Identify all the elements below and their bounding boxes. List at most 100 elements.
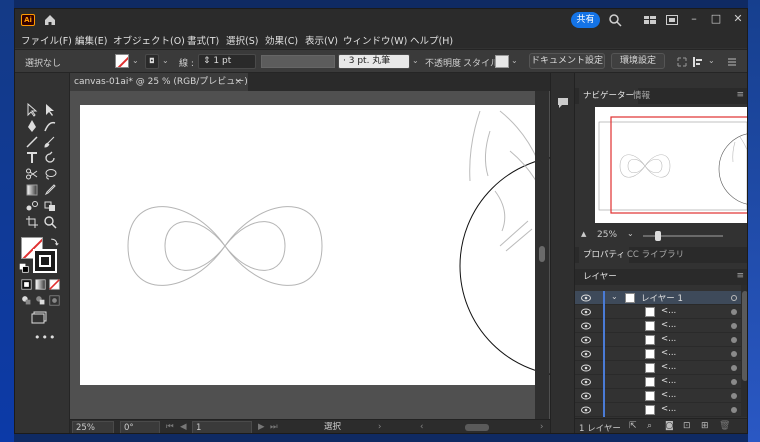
sublayer-row[interactable]: <...	[575, 403, 741, 417]
infinity-inner-path[interactable]	[164, 221, 286, 271]
visibility-eye-icon[interactable]	[581, 406, 591, 414]
locate-object-icon[interactable]: ⌕	[647, 421, 652, 431]
visibility-eye-icon[interactable]	[581, 392, 591, 400]
menu-type[interactable]: 書式(T)	[187, 33, 219, 47]
tab-properties[interactable]: プロパティ	[579, 247, 629, 263]
stroke-swatch[interactable]: ◘	[145, 54, 159, 69]
clipping-mask-icon[interactable]: ◙	[665, 421, 674, 431]
swirl-path-5[interactable]	[494, 190, 506, 232]
visibility-eye-icon[interactable]	[581, 378, 591, 386]
transform-icon[interactable]	[675, 55, 689, 69]
sublayer-target-icon[interactable]	[731, 309, 737, 315]
menu-effect[interactable]: 効果(C)	[265, 33, 298, 47]
swap-colors-icon[interactable]	[49, 237, 59, 247]
visibility-eye-icon[interactable]	[581, 322, 591, 330]
canvas-area[interactable]	[70, 91, 550, 419]
swirl-path-2[interactable]	[484, 130, 491, 177]
layer-row-1[interactable]: ⌄ レイヤー 1	[575, 291, 741, 305]
preferences-button[interactable]: 環境設定	[611, 53, 665, 69]
vertical-scroll-thumb[interactable]	[539, 246, 545, 262]
lasso-tool-icon[interactable]	[43, 167, 57, 181]
visibility-eye-icon[interactable]	[581, 364, 591, 372]
minimize-button[interactable]: –	[683, 9, 705, 31]
navigator-view-box[interactable]	[610, 116, 747, 214]
sublayer-row[interactable]: <...	[575, 319, 741, 333]
sublayer-name[interactable]: <...	[661, 348, 676, 358]
share-button[interactable]: 共有	[571, 12, 600, 28]
default-colors-icon[interactable]	[19, 263, 29, 273]
sublayer-target-icon[interactable]	[731, 351, 737, 357]
sublayer-target-icon[interactable]	[731, 337, 737, 343]
sublayer-name[interactable]: <...	[661, 362, 676, 372]
menu-object[interactable]: オブジェクト(O)	[113, 33, 185, 47]
visibility-eye-icon[interactable]	[581, 350, 591, 358]
artboard-number-field[interactable]: 1	[192, 421, 252, 433]
swirl-path-3[interactable]	[499, 110, 539, 162]
visibility-eye-icon[interactable]	[581, 294, 591, 302]
sublayer-name[interactable]: <...	[661, 334, 676, 344]
sublayer-row[interactable]: <...	[575, 389, 741, 403]
graphic-style-swatch[interactable]	[495, 55, 509, 68]
first-artboard-icon[interactable]: ⏮	[166, 421, 174, 433]
sublayer-target-icon[interactable]	[731, 393, 737, 399]
sublayer-name[interactable]: <...	[661, 306, 676, 316]
sublayer-name[interactable]: <...	[661, 376, 676, 386]
maximize-button[interactable]: □	[705, 9, 727, 31]
sublayer-target-icon[interactable]	[731, 379, 737, 385]
align-dropdown[interactable]: ⌄	[708, 55, 718, 67]
panel-menu-icon[interactable]	[725, 55, 739, 69]
direct-selection-tool-icon[interactable]	[43, 103, 57, 117]
document-tab[interactable]: canvas-01ai* @ 25 % (RGB/プレビュー) ×	[70, 73, 248, 91]
next-artboard-icon[interactable]: ▶	[258, 421, 265, 433]
navigator-zoom-value[interactable]: 25%	[597, 230, 617, 240]
layers-scrollbar[interactable]	[741, 285, 747, 417]
scissors-tool-icon[interactable]	[25, 167, 39, 181]
artwork[interactable]	[70, 91, 550, 419]
tab-cc-libraries[interactable]: CC ライブラリ	[623, 247, 688, 263]
sublayer-row[interactable]: <...	[575, 361, 741, 375]
scroll-right-icon[interactable]: ›	[540, 421, 543, 433]
rotate-view-field[interactable]: 0°	[120, 421, 160, 433]
layers-scroll-thumb[interactable]	[742, 291, 747, 381]
delete-layer-icon[interactable]: 🗑	[719, 421, 730, 431]
none-mode-icon[interactable]	[49, 279, 60, 290]
align-icon[interactable]	[691, 55, 705, 69]
zoom-out-icon[interactable]: ▲	[581, 230, 586, 238]
zoom-field[interactable]: 25%	[72, 421, 114, 433]
rotate-tool-icon[interactable]	[43, 151, 57, 165]
arrange-window-icon[interactable]	[665, 13, 679, 27]
type-tool-icon[interactable]	[25, 151, 39, 165]
navigator-zoom-handle[interactable]	[655, 231, 661, 241]
sublayer-row[interactable]: <...	[575, 333, 741, 347]
sublayer-target-icon[interactable]	[731, 323, 737, 329]
sublayer-row[interactable]: <...	[575, 347, 741, 361]
shape-builder-tool-icon[interactable]	[43, 199, 57, 213]
workspace-layout-icon[interactable]	[643, 13, 657, 27]
stroke-color-box[interactable]	[33, 249, 57, 273]
opacity-label[interactable]: 不透明度	[425, 56, 461, 69]
swirl-path-7[interactable]	[505, 228, 533, 252]
draw-inside-icon[interactable]	[49, 295, 60, 306]
sublayer-row[interactable]: <...	[575, 375, 741, 389]
visibility-eye-icon[interactable]	[581, 308, 591, 316]
selection-tool-icon[interactable]	[25, 103, 39, 117]
draw-behind-icon[interactable]	[35, 295, 46, 306]
brush-definition[interactable]: · 3 pt. 丸筆	[338, 54, 410, 69]
style-dropdown[interactable]: ⌄	[511, 55, 521, 67]
menu-select[interactable]: 選択(S)	[226, 33, 258, 47]
curvature-tool-icon[interactable]	[43, 119, 57, 133]
sublayer-name[interactable]: <...	[661, 390, 676, 400]
menu-view[interactable]: 表示(V)	[305, 33, 338, 47]
draw-normal-icon[interactable]	[21, 295, 32, 306]
brush-dropdown[interactable]: ⌄	[412, 55, 422, 67]
color-mode-icon[interactable]	[21, 279, 32, 290]
stroke-weight-field[interactable]: ⇕ 1 pt	[198, 54, 256, 69]
more-tools-icon[interactable]: •••	[34, 331, 56, 344]
previous-artboard-icon[interactable]: ◀	[180, 421, 187, 433]
stepper-icon[interactable]: ⇕	[203, 56, 211, 66]
fill-swatch[interactable]	[115, 54, 129, 68]
screen-mode-icon[interactable]	[31, 311, 47, 325]
stroke-dropdown[interactable]: ⌄	[162, 55, 172, 67]
visibility-eye-icon[interactable]	[581, 336, 591, 344]
comments-icon[interactable]	[556, 96, 570, 110]
